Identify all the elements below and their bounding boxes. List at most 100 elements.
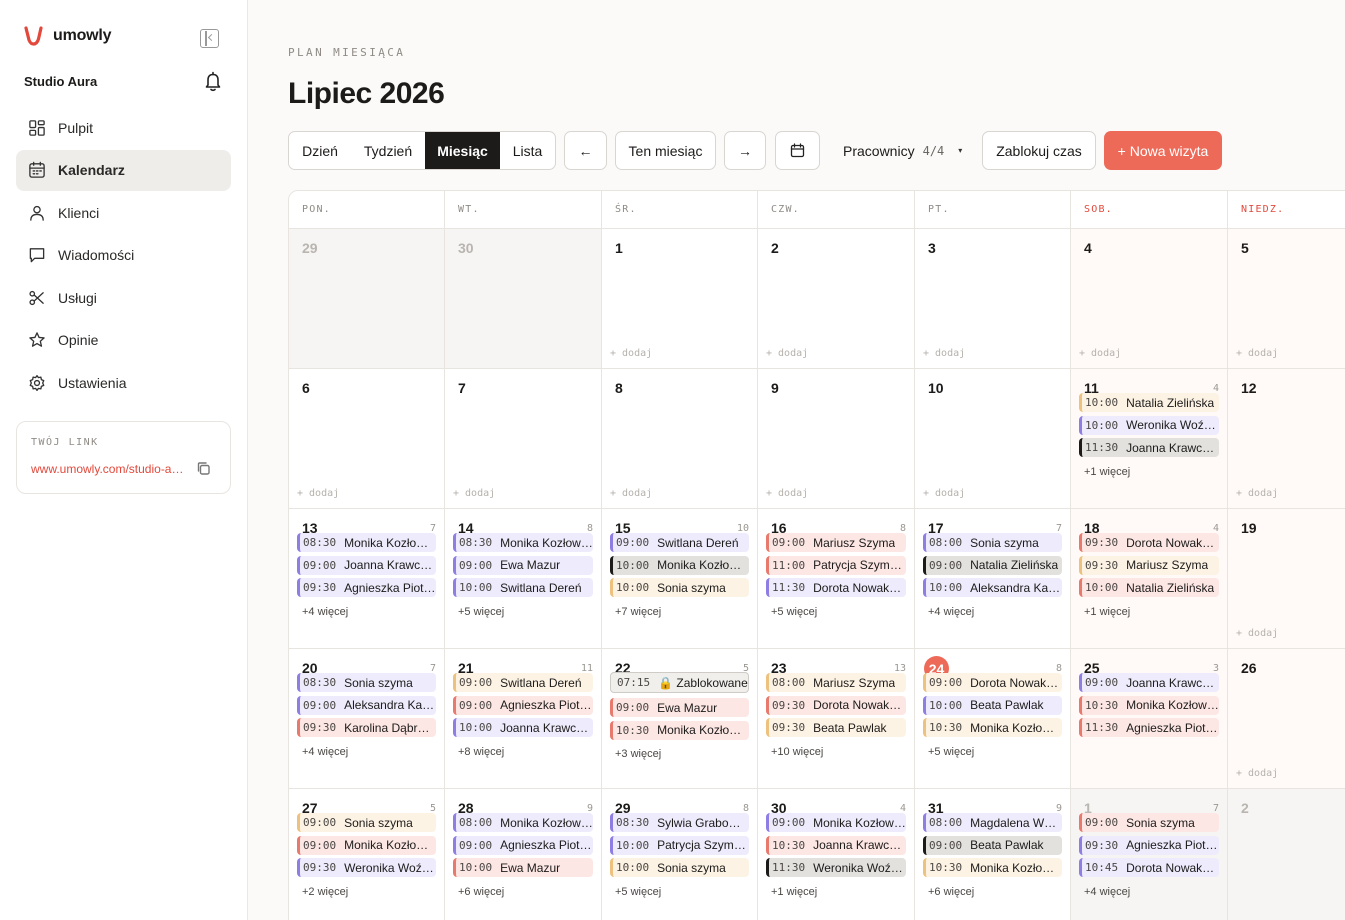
more-events-link[interactable]: +7 więcej bbox=[615, 606, 661, 618]
calendar-event[interactable]: 10:00 Switlana Dereń bbox=[453, 578, 593, 597]
add-visit-link[interactable]: + dodaj bbox=[1236, 488, 1278, 499]
more-events-link[interactable]: +6 więcej bbox=[928, 886, 974, 898]
sidebar-item-kalendarz[interactable]: Kalendarz bbox=[16, 149, 231, 191]
day-cell[interactable]: 7 + dodaj bbox=[445, 369, 602, 509]
more-events-link[interactable]: +1 więcej bbox=[771, 886, 817, 898]
calendar-event[interactable]: 10:00 Sonia szyma bbox=[610, 578, 749, 597]
calendar-event[interactable]: 11:30 Agnieszka Piotrowska bbox=[1079, 718, 1219, 737]
calendar-event[interactable]: 10:30 Monika Kozłowska bbox=[610, 720, 749, 740]
calendar-event[interactable]: 09:30 Weronika Woźniak bbox=[297, 858, 436, 877]
calendar-event[interactable]: 09:00 Switlana Dereń bbox=[610, 533, 749, 552]
day-cell[interactable]: 20708:30Sonia szyma09:00Aleksandra Kaczm… bbox=[289, 649, 445, 789]
day-cell[interactable]: 1 + dodaj bbox=[602, 229, 758, 369]
day-cell[interactable]: 27 5 09:00 Sonia szyma 09:00 Monika Kozłowska… bbox=[289, 789, 445, 920]
calendar-event[interactable]: 10:00 Natalia Zielińska bbox=[1079, 578, 1219, 597]
day-cell[interactable]: 25 3 09:00 Joanna Krawczyk 10:30 Monika Kozło… bbox=[1071, 649, 1228, 789]
day-cell[interactable]: 10 + dodaj bbox=[915, 369, 1071, 509]
calendar-event[interactable]: 09:00 Mariusz Szyma bbox=[766, 533, 906, 552]
day-cell[interactable]: 6 + dodaj bbox=[289, 369, 445, 509]
calendar-event[interactable]: 10:30 Monika Kozłowska bbox=[1079, 695, 1219, 715]
more-events-link[interactable]: +5 więcej bbox=[771, 606, 817, 618]
more-events-link[interactable]: +4 więcej bbox=[928, 606, 974, 618]
more-events-link[interactable]: +5 więcej bbox=[928, 746, 974, 758]
day-cell[interactable]: 2 + dodaj bbox=[758, 229, 915, 369]
add-visit-link[interactable]: + dodaj bbox=[1236, 768, 1278, 779]
more-events-link[interactable]: +10 więcej bbox=[771, 746, 823, 758]
more-events-link[interactable]: +1 więcej bbox=[1084, 466, 1130, 478]
block-time-button[interactable]: Zablokuj czas bbox=[982, 131, 1096, 170]
add-visit-link[interactable]: + dodaj bbox=[1236, 628, 1278, 639]
calendar-event[interactable]: 09:00 Sonia szyma bbox=[1079, 813, 1219, 832]
workers-filter[interactable]: Pracownicy 4/4 ▾ bbox=[843, 131, 962, 170]
day-cell[interactable]: 29 8 08:30 Sylwia Grabowska 10:00 Patrycja Sz… bbox=[602, 789, 758, 920]
day-cell[interactable]: 4 + dodaj bbox=[1071, 229, 1228, 369]
more-events-link[interactable]: +3 więcej bbox=[615, 748, 661, 760]
calendar-event[interactable]: 09:00 Aleksandra Kaczmarek bbox=[297, 695, 436, 715]
day-cell[interactable]: 18409:30Dorota Nowakowska09:30Mariusz Sz… bbox=[1071, 509, 1228, 649]
calendar-event[interactable]: 09:00 Sonia szyma bbox=[297, 813, 436, 832]
calendar-event[interactable]: 09:00 Ewa Mazur bbox=[610, 698, 749, 717]
calendar-event[interactable]: 08:00 Monika Kozłowska bbox=[453, 813, 593, 832]
calendar-event[interactable]: 11:30 Joanna Krawczyk bbox=[1079, 438, 1219, 457]
calendar-event[interactable]: 09:00 Monika Kozłowska bbox=[297, 835, 436, 855]
day-cell[interactable]: 1709:00Sonia szyma09:30Agnieszka Piotrow… bbox=[1071, 789, 1228, 920]
calendar-event[interactable]: 10:00 Aleksandra Kaczmarek bbox=[923, 578, 1062, 597]
my-link-url[interactable]: www.umowly.com/studio-aura bbox=[31, 462, 186, 476]
calendar-event[interactable]: 10:30 Joanna Krawczyk bbox=[766, 835, 906, 855]
next-month-button[interactable]: → bbox=[724, 131, 766, 170]
calendar-event[interactable]: 09:30 Dorota Nowakowska bbox=[766, 695, 906, 715]
blocked-time-slot[interactable]: 07:15 🔒 Zablokowane bbox=[610, 672, 749, 693]
day-cell[interactable]: 23 13 08:00 Mariusz Szyma 09:30 Dorota Nowako… bbox=[758, 649, 915, 789]
day-cell[interactable]: 30 bbox=[445, 229, 602, 369]
more-events-link[interactable]: +6 więcej bbox=[458, 886, 504, 898]
calendar-event[interactable]: 08:00 Sonia szyma bbox=[923, 533, 1062, 552]
calendar-event[interactable]: 10:00 Monika Kozłowska bbox=[610, 555, 749, 575]
bell-icon[interactable] bbox=[203, 71, 223, 92]
calendar-event[interactable]: 10:00 Beata Pawlak bbox=[923, 695, 1062, 715]
day-cell[interactable]: 17 7 08:00 Sonia szyma 09:00 Natalia Zielińsk… bbox=[915, 509, 1071, 649]
calendar-event[interactable]: 09:00 Agnieszka Piotrowska bbox=[453, 695, 593, 715]
calendar-event[interactable]: 09:30 Dorota Nowakowska bbox=[1079, 533, 1219, 552]
copy-icon[interactable] bbox=[196, 461, 211, 476]
add-visit-link[interactable]: + dodaj bbox=[1079, 348, 1121, 359]
tab-dzień[interactable]: Dzień bbox=[289, 132, 351, 169]
date-picker-button[interactable] bbox=[775, 131, 820, 170]
add-visit-link[interactable]: + dodaj bbox=[1236, 348, 1278, 359]
day-cell[interactable]: 26 + dodaj bbox=[1228, 649, 1345, 789]
collapse-sidebar-icon[interactable] bbox=[200, 29, 219, 48]
day-cell[interactable]: 21 11 09:00 Switlana Dereń 09:00 Agnieszka Pi… bbox=[445, 649, 602, 789]
calendar-event[interactable]: 09:00 Agnieszka Piotrowska bbox=[453, 835, 593, 855]
day-cell[interactable]: 28 9 08:00 Monika Kozłowska 09:00 Agnieszka P… bbox=[445, 789, 602, 920]
calendar-event[interactable]: 09:00 Switlana Dereń bbox=[453, 673, 593, 692]
calendar-event[interactable]: 09:30 Agnieszka Piotrowska bbox=[297, 578, 436, 597]
calendar-event[interactable]: 09:00 Ewa Mazur bbox=[453, 555, 593, 575]
sidebar-item-ustawienia[interactable]: Ustawienia bbox=[16, 363, 231, 404]
more-events-link[interactable]: +5 więcej bbox=[615, 886, 661, 898]
calendar-event[interactable]: 09:00 Dorota Nowakowska bbox=[923, 673, 1062, 692]
calendar-event[interactable]: 09:30 Agnieszka Piotrowska bbox=[1079, 835, 1219, 855]
day-cell[interactable]: 2 bbox=[1228, 789, 1345, 920]
day-cell[interactable]: 19 + dodaj bbox=[1228, 509, 1345, 649]
sidebar-item-klienci[interactable]: Klienci bbox=[16, 192, 231, 233]
calendar-event[interactable]: 10:45 Dorota Nowakowska bbox=[1079, 858, 1219, 877]
calendar-event[interactable]: 10:00 Joanna Krawczyk bbox=[453, 718, 593, 737]
day-cell[interactable]: 11 4 10:00 Natalia Zielińska 10:00 Weronika W… bbox=[1071, 369, 1228, 509]
sidebar-item-pulpit[interactable]: Pulpit bbox=[16, 107, 231, 148]
tab-lista[interactable]: Lista bbox=[500, 132, 555, 169]
calendar-event[interactable]: 09:30 Karolina Dąbrowska bbox=[297, 718, 436, 737]
calendar-event[interactable]: 08:30 Sonia szyma bbox=[297, 673, 436, 692]
day-cell[interactable]: 24809:00Dorota Nowakowska10:00Beata Pawl… bbox=[915, 649, 1071, 789]
brand[interactable]: umowly bbox=[24, 26, 112, 46]
calendar-event[interactable]: 10:00 Natalia Zielińska bbox=[1079, 393, 1219, 412]
sidebar-item-usługi[interactable]: Usługi bbox=[16, 277, 231, 318]
more-events-link[interactable]: +4 więcej bbox=[1084, 886, 1130, 898]
new-visit-button[interactable]: + Nowa wizyta bbox=[1104, 131, 1222, 170]
day-cell[interactable]: 31 9 08:00 Magdalena Wójcik 09:00 Beata Pawla… bbox=[915, 789, 1071, 920]
add-visit-link[interactable]: + dodaj bbox=[610, 348, 652, 359]
calendar-event[interactable]: 09:00 Beata Pawlak bbox=[923, 835, 1062, 855]
calendar-event[interactable]: 09:30 Beata Pawlak bbox=[766, 718, 906, 737]
day-cell[interactable]: 22 5 07:15 🔒 Zablokowane 09:00 Ewa Mazur 10:30… bbox=[602, 649, 758, 789]
day-cell[interactable]: 5 + dodaj bbox=[1228, 229, 1345, 369]
day-cell[interactable]: 29 bbox=[289, 229, 445, 369]
calendar-event[interactable]: 09:30 Mariusz Szyma bbox=[1079, 555, 1219, 575]
